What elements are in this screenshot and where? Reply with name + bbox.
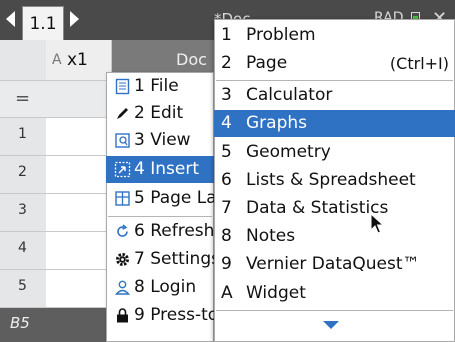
submenu-item-key: 3 — [221, 85, 232, 105]
menu-item-login[interactable]: 8 Login — [106, 274, 214, 301]
submenu-item-label: Vernier DataQuest™ — [246, 254, 420, 274]
refresh-icon — [117, 224, 128, 237]
menu-item-insert[interactable]: 4 Insert — [106, 156, 214, 183]
row-label[interactable]: 2 — [0, 164, 46, 180]
grid-line — [0, 80, 112, 81]
page-layout-icon — [115, 191, 130, 206]
submenu-item-geometry[interactable]: 5 Geometry — [214, 139, 455, 166]
submenu-item-lists-spreadsheet[interactable]: 6 Lists & Spreadsheet — [214, 167, 455, 194]
cell-reference: B5 — [10, 314, 30, 332]
file-icon — [115, 78, 130, 95]
submenu-item-key: 2 — [221, 53, 232, 73]
menu-separator — [108, 216, 212, 217]
menu-item-label: Edit — [150, 103, 184, 123]
submenu-item-key: 1 — [221, 25, 232, 45]
menu-item-key: 3 — [134, 130, 145, 150]
submenu-item-widget[interactable]: A Widget — [214, 280, 455, 307]
menu-item-label: Insert — [150, 159, 199, 179]
submenu-item-key: 4 — [221, 113, 232, 133]
submenu-item-key: 6 — [221, 170, 232, 190]
submenu-item-label: Problem — [246, 25, 316, 45]
tab-scroll-right-icon[interactable] — [70, 11, 79, 27]
menu-item-label: File — [150, 76, 179, 96]
submenu-item-page[interactable]: 2 Page (Ctrl+I) — [214, 50, 455, 77]
menu-item-page-layout[interactable]: 5 Page Layout — [106, 185, 214, 212]
menu-item-edit[interactable]: 2 Edit — [106, 100, 214, 127]
menu-item-settings[interactable]: 7 Settings — [106, 246, 214, 273]
grid-line — [0, 231, 112, 232]
column-a-name: x1 — [67, 50, 88, 70]
submenu-item-shortcut: (Ctrl+I) — [389, 54, 449, 73]
grid-line — [0, 193, 112, 194]
grid-line — [0, 117, 112, 118]
menu-separator — [216, 310, 453, 311]
grid-line — [0, 269, 112, 270]
submenu-item-graphs[interactable]: 4 Graphs — [214, 110, 455, 137]
gear-icon — [116, 253, 129, 266]
submenu-item-label: Notes — [246, 226, 296, 246]
user-icon — [114, 280, 131, 295]
formula-row-label: = — [15, 88, 31, 109]
menu-item-key: 8 — [134, 277, 145, 297]
row-label[interactable]: 3 — [0, 202, 46, 218]
menu-item-view[interactable]: 3 View — [106, 127, 214, 154]
submenu-item-label: Page — [246, 53, 288, 73]
pencil-icon — [117, 108, 128, 119]
tab-scroll-left-icon[interactable] — [6, 11, 15, 27]
submenu-item-data-statistics[interactable]: 7 Data & Statistics — [214, 195, 455, 222]
mouse-cursor-icon — [370, 213, 385, 234]
submenu-item-label: Data & Statistics — [246, 198, 389, 218]
submenu-item-key: 9 — [221, 254, 232, 274]
grid-line — [0, 155, 112, 156]
insert-icon — [114, 161, 131, 178]
view-icon — [115, 133, 130, 148]
menu-item-file[interactable]: 1 File — [106, 73, 214, 100]
submenu-item-key: 5 — [221, 142, 232, 162]
menu-item-refresh[interactable]: 6 Refresh — [106, 218, 214, 245]
menu-item-label: Refresh — [150, 221, 214, 241]
submenu-item-key: 7 — [221, 198, 232, 218]
submenu-item-label: Widget — [246, 283, 306, 303]
menu-item-key: 6 — [134, 221, 145, 241]
menu-item-label: Login — [150, 277, 197, 297]
menu-item-label: View — [150, 130, 191, 150]
chevron-down-icon[interactable] — [323, 321, 339, 329]
menu-item-key: 1 — [134, 76, 145, 96]
row-label[interactable]: 5 — [0, 278, 46, 294]
menu-item-label: Press-to-Test — [150, 305, 214, 325]
row-label[interactable]: 1 — [0, 126, 46, 142]
lock-icon — [117, 308, 128, 323]
submenu-item-key: A — [221, 283, 233, 303]
column-b-label: Doc — [176, 50, 207, 69]
submenu-item-label: Geometry — [246, 142, 331, 162]
submenu-item-label: Calculator — [246, 85, 333, 105]
tab-1-1[interactable]: 1.1 — [22, 6, 64, 40]
column-a-letter: A — [52, 52, 62, 68]
submenu-item-calculator[interactable]: 3 Calculator — [214, 82, 455, 109]
menu-item-label: Settings — [150, 249, 214, 269]
menu-item-key: 5 — [134, 188, 145, 208]
submenu-item-vernier-dataquest[interactable]: 9 Vernier DataQuest™ — [214, 251, 455, 278]
menu-item-press-to-test[interactable]: 9 Press-to-Test — [106, 302, 214, 329]
menu-item-key: 2 — [134, 103, 145, 123]
submenu-item-notes[interactable]: 8 Notes — [214, 223, 455, 250]
menu-item-key: 4 — [134, 159, 145, 179]
menu-item-key: 9 — [134, 305, 145, 325]
tns-window: 1.1 *Doc RAD ✕ A x1 Doc = 1 2 3 4 5 B5 1… — [0, 0, 455, 342]
submenu-item-problem[interactable]: 1 Problem — [214, 22, 455, 49]
row-label[interactable]: 4 — [0, 240, 46, 256]
menu-item-key: 7 — [134, 249, 145, 269]
menu-item-label: Page Layout — [150, 188, 214, 208]
submenu-item-label: Graphs — [246, 113, 308, 133]
submenu-item-label: Lists & Spreadsheet — [246, 170, 416, 190]
submenu-item-key: 8 — [221, 226, 232, 246]
menu-separator — [216, 80, 453, 81]
